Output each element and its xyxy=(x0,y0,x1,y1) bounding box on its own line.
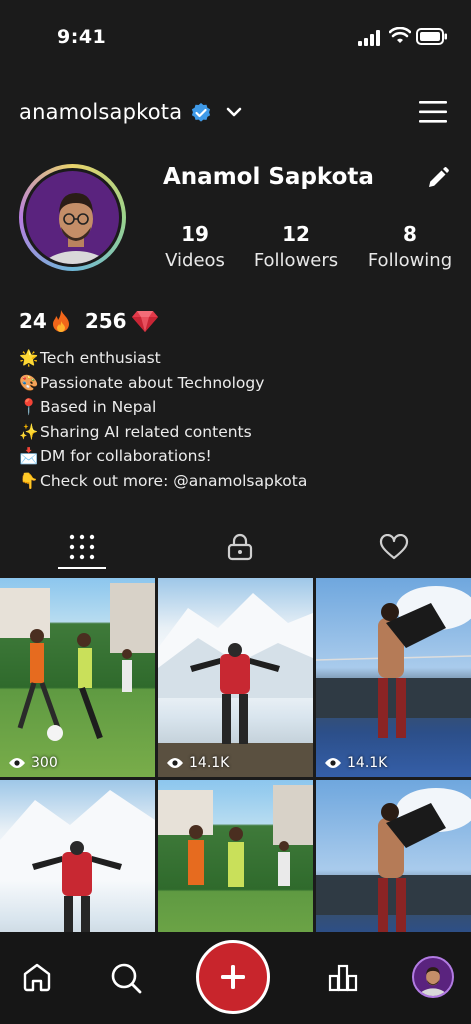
stat-label: Videos xyxy=(165,250,225,271)
bio-line[interactable]: 👇 Check out more: @anamolsapkota xyxy=(19,469,459,494)
avatar-image xyxy=(418,967,448,996)
profile-tabs xyxy=(0,525,471,571)
search-icon[interactable] xyxy=(110,962,142,994)
view-count-text: 14.1K xyxy=(347,755,388,771)
bio-text: Sharing AI related contents xyxy=(40,422,252,441)
verified-badge-icon xyxy=(191,103,211,122)
create-video-button[interactable] xyxy=(196,940,270,1014)
gem-icon xyxy=(131,311,158,332)
bio-emoji: 📩 xyxy=(19,447,39,466)
stats-chart-icon[interactable] xyxy=(328,964,358,992)
username[interactable]: anamolsapkota xyxy=(19,100,182,124)
heart-icon xyxy=(379,534,409,560)
profile-header: anamolsapkota xyxy=(0,96,471,130)
thumbnail-image xyxy=(316,788,471,932)
eye-icon xyxy=(9,758,25,768)
bio-text: Tech enthusiast xyxy=(40,349,161,367)
home-icon[interactable] xyxy=(22,962,52,992)
thumbnail-image xyxy=(316,586,471,738)
status-bar: 9:41 xyxy=(0,0,471,70)
profile-nav-avatar[interactable] xyxy=(412,956,454,998)
bio-line: 🎨 Passionate about Technology xyxy=(19,371,459,396)
bio-line: 🌟 Tech enthusiast xyxy=(19,346,459,371)
chevron-down-icon[interactable] xyxy=(226,106,242,118)
plus-icon xyxy=(221,965,245,989)
bio-text: DM for collaborations! xyxy=(40,447,212,466)
bio-line: ✨ Sharing AI related contents xyxy=(19,420,459,445)
stat-following[interactable]: 8 Following xyxy=(360,222,460,271)
thumbnail-image xyxy=(0,583,155,741)
profile-score: 24 256 xyxy=(19,309,159,333)
bio-emoji: 👇 xyxy=(19,471,39,490)
bio-emoji: ✨ xyxy=(19,422,39,441)
bio-emoji: 🌟 xyxy=(19,349,39,367)
tab-videos[interactable] xyxy=(52,525,112,569)
bio-emoji: 📍 xyxy=(19,398,39,417)
stat-value: 19 xyxy=(181,222,209,246)
profile-full-name: Anamol Sapkota xyxy=(163,164,374,190)
edit-pencil-icon[interactable] xyxy=(426,166,450,190)
status-time: 9:41 xyxy=(57,26,107,48)
bio-line: 📩 DM for collaborations! xyxy=(19,444,459,469)
bottom-navigation xyxy=(0,932,471,1024)
profile-avatar[interactable] xyxy=(19,164,126,271)
thumbnail-image xyxy=(0,790,155,932)
battery-icon xyxy=(416,28,447,45)
view-count-text: 300 xyxy=(31,755,58,771)
gem-count: 256 xyxy=(84,309,127,333)
bio-line: 📍 Based in Nepal xyxy=(19,395,459,420)
stat-videos[interactable]: 19 Videos xyxy=(150,222,240,271)
bio-emoji: 🎨 xyxy=(19,373,39,392)
hamburger-menu-icon[interactable] xyxy=(419,100,447,124)
thumbnail-image xyxy=(158,785,313,887)
bio-text: Passionate about Technology xyxy=(40,373,265,392)
video-thumbnail[interactable] xyxy=(0,780,155,932)
streak-count: 24 xyxy=(19,309,47,333)
bio-text: Check out more: @anamolsapkota xyxy=(40,471,308,490)
eye-icon xyxy=(167,758,183,768)
profile-bio: 🌟 Tech enthusiast 🎨 Passionate about Techn… xyxy=(19,346,459,494)
video-thumbnail[interactable]: 300 xyxy=(0,578,155,777)
bio-text: Based in Nepal xyxy=(40,398,157,417)
video-thumbnail[interactable]: 14.1K xyxy=(316,578,471,777)
avatar-image xyxy=(23,168,122,267)
stat-followers[interactable]: 12 Followers xyxy=(246,222,346,271)
eye-icon xyxy=(325,758,341,768)
video-thumbnail[interactable] xyxy=(316,780,471,932)
view-count-text: 14.1K xyxy=(189,755,230,771)
view-count: 14.1K xyxy=(324,755,387,771)
tab-private[interactable] xyxy=(210,525,270,569)
video-thumbnail[interactable] xyxy=(158,780,313,932)
stat-label: Followers xyxy=(253,250,339,271)
fire-icon xyxy=(52,310,69,332)
tab-liked[interactable] xyxy=(364,525,424,569)
thumbnail-image xyxy=(158,593,313,777)
video-thumbnail[interactable]: 14.1K xyxy=(158,578,313,777)
lock-icon xyxy=(227,533,253,561)
stat-label: Following xyxy=(367,250,453,271)
profile-stats: 19 Videos 12 Followers 8 Following xyxy=(150,222,460,278)
signal-icon xyxy=(358,30,380,46)
view-count: 14.1K xyxy=(166,755,229,771)
stat-value: 8 xyxy=(403,222,417,246)
grid-icon xyxy=(69,534,95,560)
view-count: 300 xyxy=(8,755,58,771)
video-grid: 300 14.1K 14.1K xyxy=(0,578,471,932)
wifi-icon xyxy=(389,27,411,43)
stat-value: 12 xyxy=(282,222,310,246)
